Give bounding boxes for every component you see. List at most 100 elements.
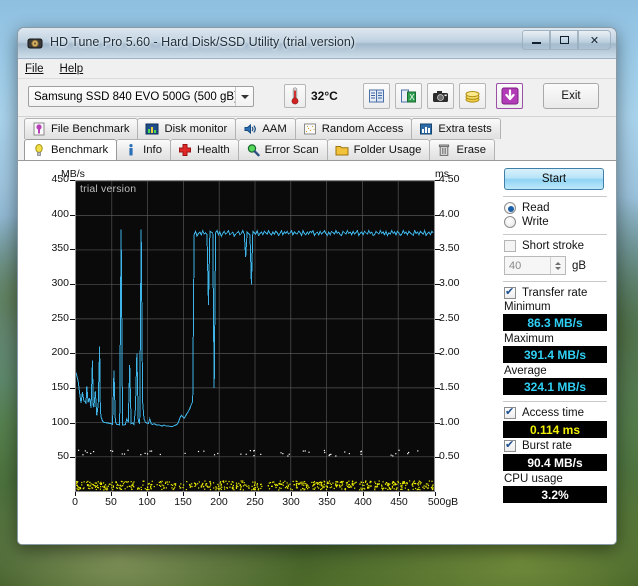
chart-svg xyxy=(76,181,434,491)
checkbox-transfer-rate[interactable]: Transfer rate xyxy=(502,285,608,299)
x-axis-tickmark xyxy=(327,492,328,496)
export-excel-icon[interactable]: X xyxy=(395,83,422,109)
y-axis-tickmark-right xyxy=(435,180,440,181)
chevron-up-icon xyxy=(555,261,561,265)
average-value: 324.1 MB/s xyxy=(503,378,607,395)
screenshot-icon[interactable] xyxy=(427,83,454,109)
y-axis-tick-left: 200 xyxy=(51,346,69,359)
y-axis-tickmark-left xyxy=(70,318,75,320)
drive-select-value: Samsung SSD 840 EVO 500G (500 gB) xyxy=(34,90,235,103)
y-axis-tick-right: 2.50 xyxy=(439,311,460,324)
status-strip xyxy=(18,522,616,544)
x-axis-tickmark xyxy=(75,492,76,496)
y-axis-tickmark-left xyxy=(70,388,75,389)
tab-label: AAM xyxy=(262,123,287,135)
y-axis-tick-right: 2.00 xyxy=(439,346,460,359)
radio-write[interactable]: Write xyxy=(502,216,608,228)
short-stroke-size-value: 40 xyxy=(509,259,522,272)
radio-write-indicator xyxy=(504,216,516,228)
cpu-usage-label: CPU usage xyxy=(504,473,563,485)
download-icon[interactable] xyxy=(496,83,523,109)
hd-tune-window: HD Tune Pro 5.60 - Hard Disk/SSD Utility… xyxy=(17,27,617,545)
file-benchmark-icon xyxy=(33,122,45,136)
folder-icon xyxy=(335,146,349,156)
tab-health[interactable]: Health xyxy=(169,139,239,160)
y-axis-tick-right: 3.00 xyxy=(439,277,460,289)
menu-help[interactable]: Help xyxy=(60,63,84,75)
tab-label: Disk monitor xyxy=(164,123,228,135)
minimum-label: Minimum xyxy=(504,301,551,313)
burst-rate-value: 90.4 MB/s xyxy=(503,454,607,471)
tab-label: Error Scan xyxy=(264,144,319,156)
divider xyxy=(503,401,607,402)
x-axis-tickmark xyxy=(363,492,364,496)
y-axis-tickmark-right xyxy=(435,388,440,389)
checkbox-access-time[interactable]: Access time xyxy=(502,405,608,419)
close-button[interactable]: ✕ xyxy=(578,30,611,50)
lightbulb-icon xyxy=(35,144,43,156)
tab-extra-tests[interactable]: Extra tests xyxy=(411,118,501,139)
tab-erase[interactable]: Erase xyxy=(429,139,495,160)
maximize-icon xyxy=(559,36,569,44)
tab-error-scan[interactable]: Error Scan xyxy=(237,139,328,160)
x-axis-tick: 300 xyxy=(282,496,300,508)
benchmark-controls: Start Read Write Short stroke 40 gB ✔ Tr… xyxy=(502,166,608,505)
checkbox-short-stroke-label: Short stroke xyxy=(522,240,584,252)
checkbox-transfer-rate-indicator xyxy=(504,285,516,299)
health-cross-icon xyxy=(178,144,191,156)
tab-disk-monitor[interactable]: Disk monitor xyxy=(137,118,237,139)
checkbox-burst-rate[interactable]: Burst rate xyxy=(502,438,608,452)
tab-aam[interactable]: AAM xyxy=(235,118,296,139)
temperature-value: 32°C xyxy=(311,89,338,103)
menu-file[interactable]: File xyxy=(25,63,44,75)
radio-read-indicator xyxy=(504,202,516,214)
tab-label: Extra tests xyxy=(438,123,492,135)
y-axis-tick-left: 400 xyxy=(51,207,69,220)
tab-info[interactable]: Info xyxy=(116,139,171,160)
y-axis-tickmark-left xyxy=(70,180,75,181)
tab-benchmark[interactable]: Benchmark xyxy=(24,139,118,160)
y-axis-tickmark-right xyxy=(435,249,440,251)
y-axis-tick-left: 150 xyxy=(51,381,69,393)
x-axis-tick: 500gB xyxy=(427,496,459,508)
menu-help-label: Help xyxy=(59,62,84,75)
tab-label: Folder Usage xyxy=(353,144,422,156)
chart-plot-area: trial version xyxy=(75,180,435,492)
menu-bar: File Help xyxy=(18,59,616,79)
tab-file-benchmark[interactable]: File Benchmark xyxy=(24,118,139,139)
info-coins-icon[interactable] xyxy=(459,83,486,109)
chevron-down-icon[interactable] xyxy=(235,87,253,106)
checkbox-transfer-rate-label: Transfer rate xyxy=(522,287,588,299)
y-axis-tickmark-right xyxy=(435,318,440,320)
minimize-button[interactable] xyxy=(522,30,550,50)
access-time-value: 0.114 ms xyxy=(503,421,607,438)
x-axis-tick: 350 xyxy=(318,496,336,508)
drive-select-dropdown[interactable]: Samsung SSD 840 EVO 500G (500 gB) xyxy=(28,86,254,107)
checkbox-short-stroke[interactable]: Short stroke xyxy=(502,240,608,252)
spinner-arrows[interactable] xyxy=(550,257,565,274)
short-stroke-size-row: 40 gB xyxy=(502,256,608,275)
window-title: HD Tune Pro 5.60 - Hard Disk/SSD Utility… xyxy=(50,35,355,49)
start-button[interactable]: Start xyxy=(504,168,604,190)
maximum-value: 391.4 MB/s xyxy=(503,346,607,363)
x-axis-tickmark xyxy=(183,492,184,496)
x-axis-tick: 450 xyxy=(390,496,408,508)
tab-folder-usage[interactable]: Folder Usage xyxy=(326,139,431,160)
tab-random-access[interactable]: Random Access xyxy=(294,118,413,139)
disk-monitor-icon xyxy=(145,123,159,135)
toolbar: Samsung SSD 840 EVO 500G (500 gB) 32°C X… xyxy=(18,79,616,117)
y-axis-tickmark-right xyxy=(435,422,440,424)
maximize-button[interactable] xyxy=(550,30,578,50)
y-axis-tickmark-left xyxy=(70,353,75,355)
chevron-down-icon xyxy=(555,266,561,270)
exit-label: Exit xyxy=(561,90,581,102)
exit-button[interactable]: Exit xyxy=(543,83,599,109)
short-stroke-size-input[interactable]: 40 xyxy=(504,256,566,275)
radio-read[interactable]: Read xyxy=(502,202,608,214)
tab-label: Random Access xyxy=(321,123,404,135)
copy-report-icon[interactable] xyxy=(363,83,390,109)
checkbox-burst-rate-indicator xyxy=(504,438,516,452)
svg-text:X: X xyxy=(409,93,415,102)
benchmark-chart: MB/s ms trial version 50 100 150 200 250 300 3… xyxy=(24,166,494,516)
y-axis-tick-right: 1.00 xyxy=(439,415,460,428)
